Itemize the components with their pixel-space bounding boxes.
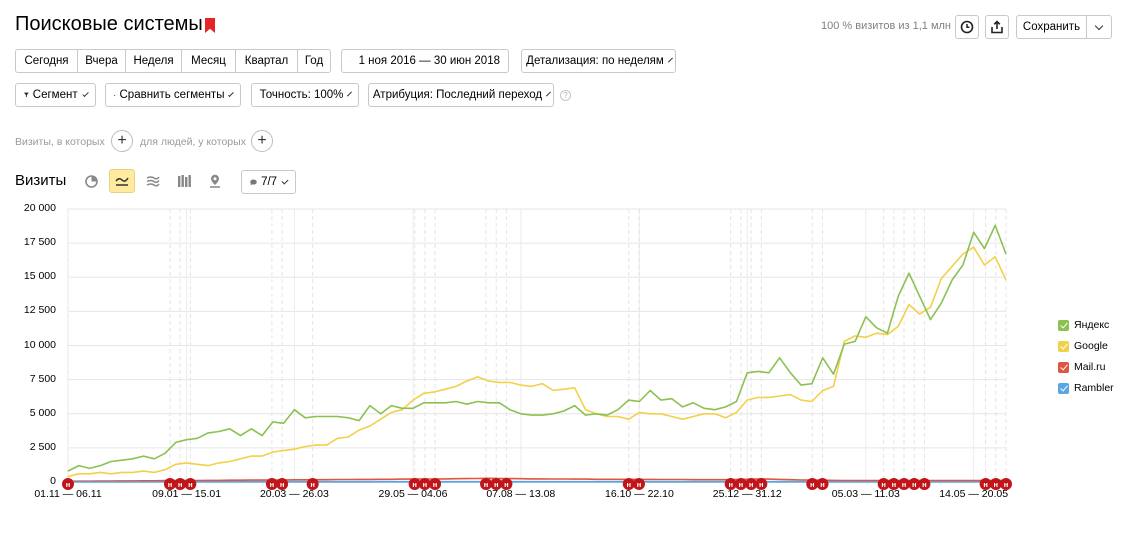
svg-text:н: н: [433, 480, 438, 489]
annotation-marker[interactable]: н: [755, 478, 768, 490]
svg-text:н: н: [637, 480, 642, 489]
svg-text:н: н: [922, 480, 927, 489]
annotation-marker[interactable]: н: [429, 478, 442, 490]
legend-item-google[interactable]: Google: [1058, 340, 1108, 352]
svg-text:н: н: [810, 480, 815, 489]
svg-text:н: н: [423, 480, 428, 489]
svg-text:н: н: [310, 480, 315, 489]
svg-text:н: н: [280, 480, 285, 489]
svg-text:н: н: [1004, 480, 1009, 489]
svg-text:н: н: [902, 480, 907, 489]
legend-item-yandex[interactable]: Яндекс: [1058, 319, 1109, 331]
legend-label: Google: [1074, 340, 1108, 352]
line-chart: ннннннннннннннннннннннннннннн: [62, 208, 1012, 490]
series-line-Яндекс[interactable]: [67, 224, 1007, 472]
checkbox-checked-icon: [1058, 319, 1069, 331]
svg-text:н: н: [739, 480, 744, 489]
annotation-marker[interactable]: н: [276, 478, 289, 490]
legend-label: Rambler: [1074, 382, 1114, 394]
legend-label: Mail.ru: [1074, 361, 1106, 373]
checkbox-checked-icon: [1058, 382, 1069, 394]
svg-text:н: н: [412, 480, 417, 489]
annotation-marker[interactable]: н: [500, 478, 513, 490]
annotation-marker[interactable]: н: [184, 478, 197, 490]
svg-text:н: н: [759, 480, 764, 489]
svg-text:н: н: [994, 480, 999, 489]
series-line-Mail.ru[interactable]: [67, 477, 1006, 483]
legend-item-mailru[interactable]: Mail.ru: [1058, 361, 1106, 373]
annotation-marker[interactable]: н: [1000, 478, 1012, 490]
annotation-marker[interactable]: н: [816, 478, 829, 490]
svg-text:н: н: [66, 480, 71, 489]
checkbox-checked-icon: [1058, 361, 1069, 373]
svg-text:н: н: [626, 480, 631, 489]
checkbox-checked-icon: [1058, 340, 1069, 352]
svg-text:н: н: [881, 480, 886, 489]
svg-text:н: н: [168, 480, 173, 489]
svg-text:н: н: [504, 480, 509, 489]
svg-text:н: н: [892, 480, 897, 489]
svg-text:н: н: [178, 480, 183, 489]
svg-text:н: н: [820, 480, 825, 489]
annotation-marker[interactable]: н: [918, 478, 931, 490]
annotation-marker[interactable]: н: [632, 478, 645, 490]
annotation-marker[interactable]: н: [62, 478, 74, 490]
annotation-marker[interactable]: н: [306, 478, 319, 490]
series-line-Google[interactable]: [67, 246, 1007, 478]
svg-text:н: н: [188, 480, 193, 489]
svg-text:н: н: [728, 480, 733, 489]
svg-text:н: н: [494, 480, 499, 489]
svg-text:н: н: [484, 480, 489, 489]
svg-text:н: н: [983, 480, 988, 489]
legend-label: Яндекс: [1074, 319, 1110, 331]
legend-item-rambler[interactable]: Rambler: [1058, 382, 1114, 394]
svg-text:н: н: [912, 480, 917, 489]
svg-text:н: н: [270, 480, 275, 489]
svg-text:н: н: [749, 480, 754, 489]
